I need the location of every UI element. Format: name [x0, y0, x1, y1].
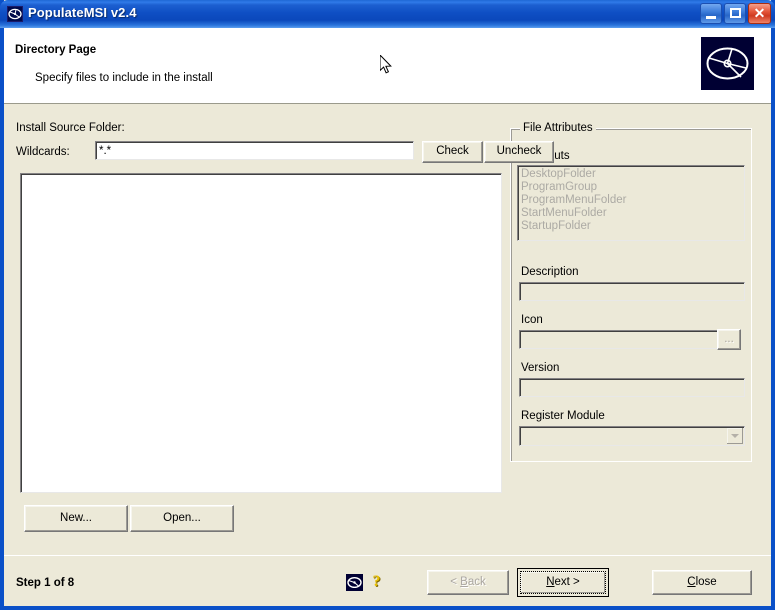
wizard-header: Directory Page Specify files to include … — [4, 28, 771, 104]
populatemsi-logo — [698, 34, 757, 93]
window-controls: ✕ — [700, 3, 771, 24]
step-indicator: Step 1 of 8 — [16, 577, 75, 589]
register-module-label: Register Module — [521, 410, 605, 422]
check-button[interactable]: Check — [422, 141, 483, 163]
status-disc-icon — [346, 574, 363, 591]
minimize-button[interactable] — [700, 3, 722, 24]
next-button-focus: Next > — [520, 571, 606, 594]
wildcards-input[interactable] — [95, 141, 414, 160]
page-subtitle: Specify files to include in the install — [35, 72, 213, 84]
close-button-label: Close — [687, 575, 717, 588]
page-body: Install Source Folder: Wildcards: Check … — [4, 105, 771, 555]
list-item[interactable]: StartMenuFolder — [521, 207, 741, 220]
window-title: PopulateMSI v2.4 — [28, 5, 137, 20]
close-button[interactable]: Close — [652, 570, 752, 595]
description-input[interactable] — [519, 282, 745, 301]
file-attributes-label: File Attributes — [520, 122, 596, 134]
shortcuts-listbox[interactable]: DesktopFolder ProgramGroup ProgramMenuFo… — [517, 165, 745, 241]
list-item[interactable]: ProgramMenuFolder — [521, 194, 741, 207]
disc-icon — [7, 6, 23, 22]
open-button[interactable]: Open... — [130, 505, 234, 532]
question-mark-icon[interactable]: ? — [369, 573, 384, 591]
version-label: Version — [521, 362, 560, 374]
icon-input[interactable] — [519, 330, 719, 349]
list-item[interactable]: ProgramGroup — [521, 181, 741, 194]
uncheck-button-overlay[interactable]: Uncheck — [484, 141, 554, 163]
close-window-button[interactable]: ✕ — [748, 3, 771, 24]
icon-browse-button[interactable]: ... — [717, 329, 741, 350]
back-button[interactable]: < Back — [427, 570, 509, 595]
maximize-icon — [730, 8, 741, 18]
list-item[interactable]: StartupFolder — [521, 220, 741, 233]
back-button-label: < Back — [450, 575, 486, 588]
install-source-folder-label: Install Source Folder: — [16, 122, 125, 134]
maximize-button[interactable] — [724, 3, 746, 24]
close-icon: ✕ — [753, 5, 766, 21]
version-input[interactable] — [519, 378, 745, 397]
next-button[interactable]: Next > — [517, 568, 609, 597]
minimize-icon — [706, 16, 716, 19]
description-label: Description — [521, 266, 579, 278]
title-bar[interactable]: PopulateMSI v2.4 ✕ — [0, 0, 775, 28]
chevron-down-icon[interactable] — [727, 428, 743, 444]
icon-label: Icon — [521, 314, 543, 326]
register-module-select[interactable] — [519, 426, 745, 446]
list-item[interactable]: DesktopFolder — [521, 168, 741, 181]
page-title: Directory Page — [15, 44, 97, 56]
application-window: PopulateMSI v2.4 ✕ Directory Page Specif… — [0, 0, 775, 610]
wildcards-label: Wildcards: — [16, 146, 70, 158]
next-button-label: Next > — [546, 575, 580, 588]
new-button[interactable]: New... — [24, 505, 128, 532]
file-tree-list[interactable] — [20, 173, 502, 493]
logo-disc-icon — [701, 37, 754, 90]
